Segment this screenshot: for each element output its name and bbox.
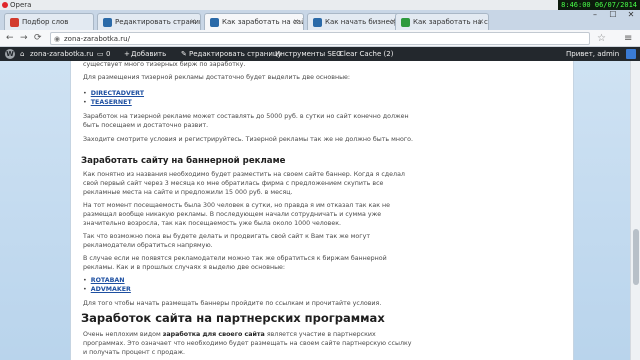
tab-3-active[interactable]: Как заработать на сайте ✕ — [204, 13, 304, 30]
menu-icon[interactable]: ≡ — [624, 33, 632, 44]
directadvert-link[interactable]: DIRECTADVERT — [91, 90, 144, 97]
wp-admin-bar: W ⌂ zona-zarabotka.ru ▭ 0 + Добавить ✎ Р… — [0, 47, 640, 61]
site-name-link[interactable]: zona-zarabotka.ru — [30, 50, 94, 58]
list-item: • ROTABAN — [83, 277, 125, 284]
article-content: существует много тизерных бирж по зарабо… — [70, 61, 574, 360]
seo-tools-link[interactable]: Инструменты SEO — [275, 50, 342, 58]
tab-4[interactable]: Как начать бизнес|Откры ✕ — [307, 13, 401, 30]
paragraph: Как понятно из названия необходимо будет… — [83, 171, 405, 196]
page-scrollbar[interactable] — [630, 61, 640, 360]
close-tab-icon[interactable]: ✕ — [190, 18, 196, 26]
paragraph: В случае если не появятся рекламодатели … — [83, 255, 387, 271]
url-text: zona-zarabotka.ru/ — [64, 35, 130, 43]
add-new-icon[interactable]: + — [124, 50, 130, 58]
close-tab-icon[interactable]: ✕ — [478, 18, 484, 26]
edit-page-link[interactable]: Редактировать страницу — [189, 50, 282, 58]
close-window-icon[interactable]: ✕ — [622, 10, 640, 24]
section-heading-partner: Заработок сайта на партнерских программа… — [81, 311, 385, 325]
tab-1[interactable]: Подбор слов — [4, 13, 94, 30]
address-bar: ← → ⟳ ◉ zona-zarabotka.ru/ ☆ ≡ — [0, 30, 640, 47]
paragraph: Очень неплохим видом заработка для своег… — [83, 331, 413, 357]
favicon-icon — [210, 18, 219, 27]
greeting-link[interactable]: Привет, admin — [566, 50, 619, 58]
forward-icon[interactable]: → — [20, 33, 28, 43]
section-heading-banner: Заработать сайту на баннерной рекламе — [81, 156, 286, 166]
comments-count[interactable]: 0 — [106, 50, 110, 58]
paragraph: существует много тизерных бирж по зарабо… — [83, 61, 246, 68]
tab-label: Подбор слов — [22, 18, 69, 26]
list-item: • DIRECTADVERT — [83, 90, 145, 97]
minimize-icon[interactable]: – — [586, 10, 604, 24]
edit-icon[interactable]: ✎ — [181, 50, 187, 58]
page-info-icon: ◉ — [54, 35, 61, 43]
close-tab-icon[interactable]: ✕ — [293, 18, 299, 26]
list-item: • ADVMAKER — [83, 286, 131, 293]
admin-home-icon[interactable]: ⌂ — [20, 50, 24, 58]
clear-cache-link[interactable]: Clear Cache (2) — [339, 50, 393, 58]
tab-2[interactable]: Редактировать страниц ✕ — [97, 13, 201, 30]
paragraph: Заработок на тизерной рекламе может сост… — [83, 113, 409, 129]
bold-text: заработка для своего сайта — [162, 331, 265, 338]
favicon-icon — [103, 18, 112, 27]
comments-icon[interactable]: ▭ — [97, 50, 104, 58]
advmaker-link[interactable]: ADVMAKER — [91, 286, 131, 293]
favicon-icon — [313, 18, 322, 27]
tab-label: Как заработать на сайте — [222, 18, 303, 26]
list-item: • TEASERNET — [83, 99, 132, 106]
tab-strip: Подбор слов Редактировать страниц ✕ Как … — [0, 10, 640, 30]
paragraph: Заходите смотрите условия и регистрируйт… — [83, 136, 413, 143]
back-icon[interactable]: ← — [6, 33, 14, 43]
rotaban-link[interactable]: ROTABAN — [91, 277, 125, 284]
tab-label: Редактировать страниц — [115, 18, 201, 26]
scrollbar-thumb[interactable] — [633, 229, 639, 285]
url-field[interactable]: ◉ zona-zarabotka.ru/ — [50, 32, 590, 45]
window-controls: – ☐ ✕ — [586, 10, 640, 24]
favicon-icon — [401, 18, 410, 27]
paragraph: Для размещения тизерной рекламы достаточ… — [83, 74, 351, 81]
paragraph: Для того чтобы начать размещать баннеры … — [83, 300, 382, 307]
clock-widget: 8:46:00 06/07/2014 — [558, 0, 640, 10]
paragraph: На тот момент посещаемость была 300 чело… — [83, 202, 391, 227]
favicon-icon — [10, 18, 19, 27]
avatar[interactable] — [626, 49, 636, 59]
page-background-right — [574, 61, 630, 360]
teasernet-link[interactable]: TEASERNET — [91, 99, 132, 106]
add-new-link[interactable]: Добавить — [131, 50, 166, 58]
opera-logo-icon — [2, 2, 8, 8]
paragraph: Так что возможно пока вы будете делать и… — [83, 233, 370, 249]
bookmark-star-icon[interactable]: ☆ — [597, 33, 606, 44]
paragraph-text: Очень неплохим видом — [83, 331, 163, 338]
wordpress-logo-icon[interactable]: W — [5, 49, 15, 59]
app-name: Opera — [10, 1, 32, 9]
reload-icon[interactable]: ⟳ — [34, 33, 42, 43]
title-bar: Opera — [0, 0, 640, 10]
tab-5[interactable]: Как заработать на свое ✕ — [395, 13, 489, 30]
page-background-left — [0, 61, 70, 360]
maximize-icon[interactable]: ☐ — [604, 10, 622, 24]
